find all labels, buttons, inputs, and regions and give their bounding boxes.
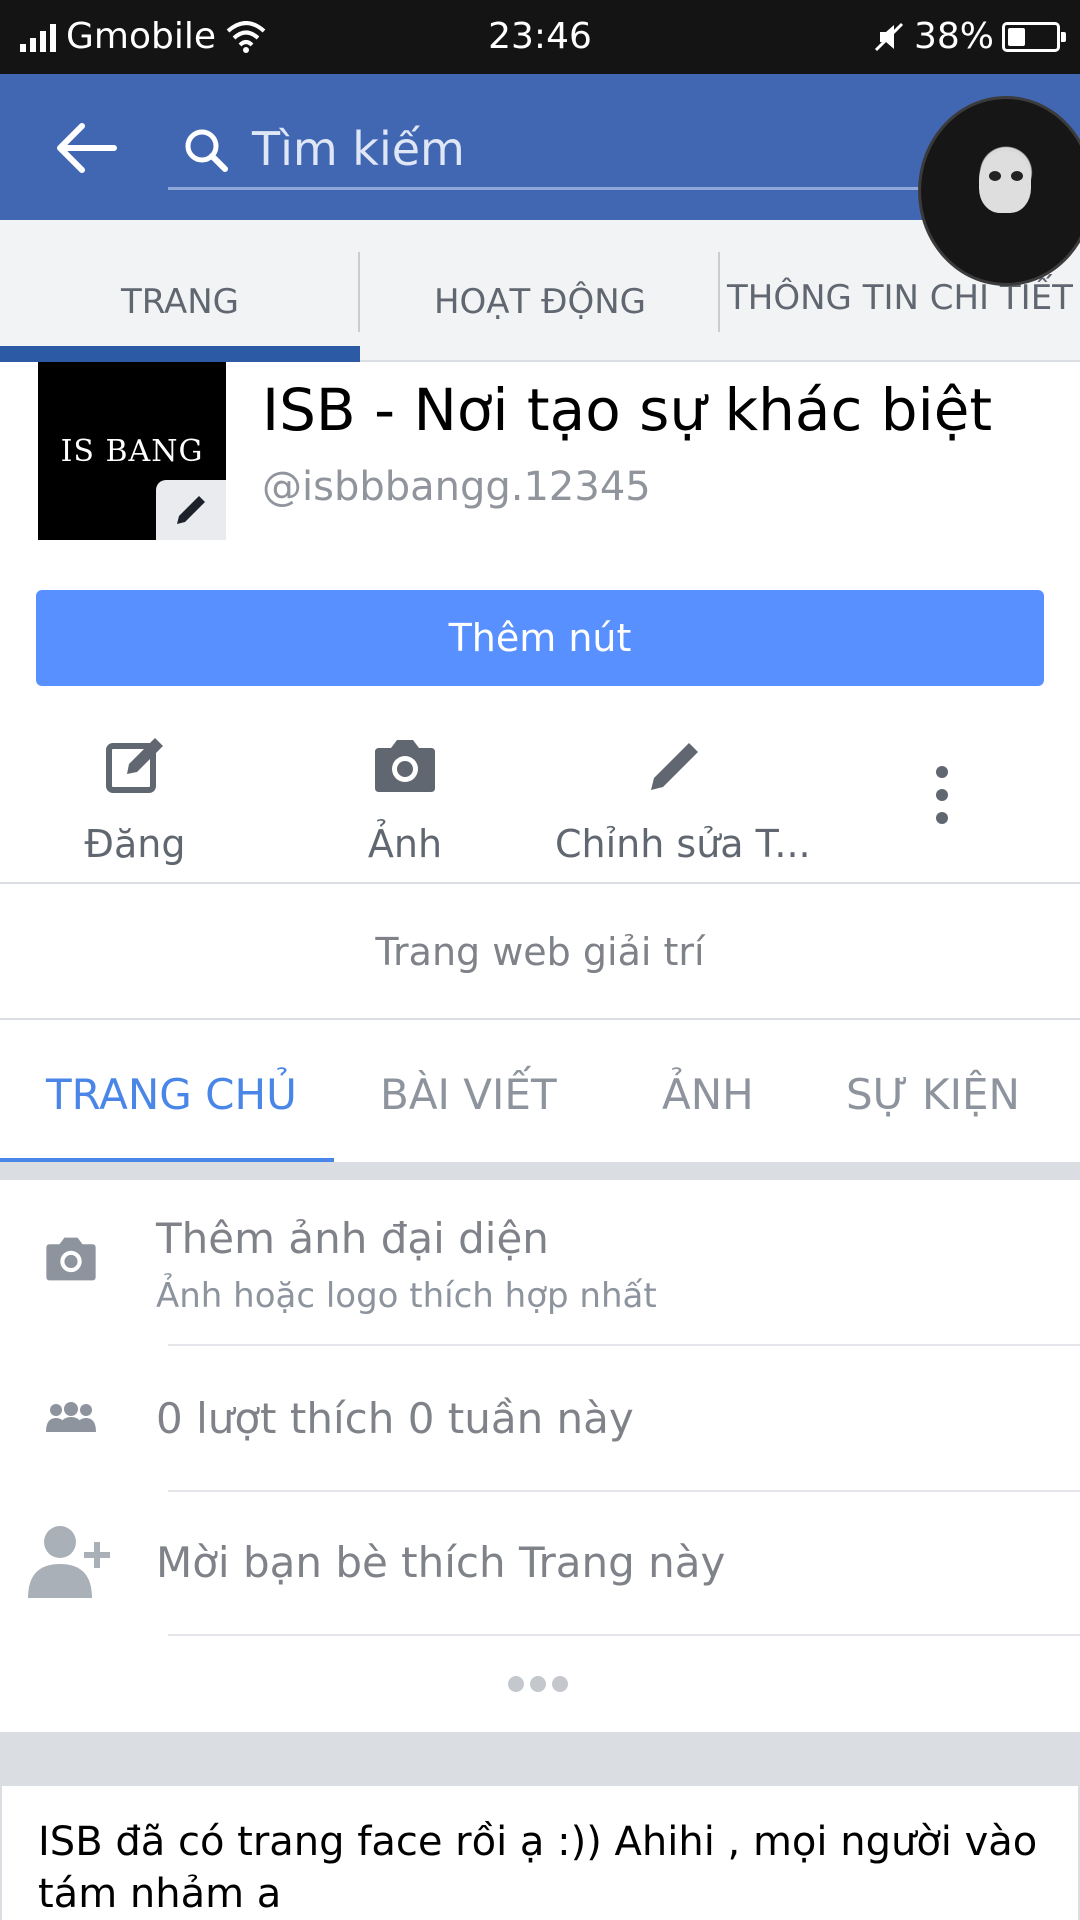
add-friend-icon [28,1526,110,1598]
people-icon [46,1402,96,1432]
tab-su-kien[interactable]: SỰ KIỆN [846,1070,1020,1119]
active-tab-indicator [0,346,360,362]
tab-trang-chu[interactable]: TRANG CHỦ [46,1070,297,1119]
tab-trang[interactable]: TRANG [0,220,360,362]
page-name: ISB - Nơi tạo sự khác biệt [262,376,993,444]
post-text: ISB đã có trang face rồi ạ :)) Ahihi , m… [38,1819,1038,1917]
camera-icon [375,740,435,792]
search-icon [185,129,228,172]
add-profile-photo-title[interactable]: Thêm ảnh đại diện [156,1214,549,1263]
edit-logo-button[interactable] [156,480,226,540]
search-placeholder: Tìm kiếm [252,122,465,176]
back-arrow-icon[interactable] [52,118,122,178]
post-action-label: Đăng [84,822,186,866]
photo-action[interactable]: Ảnh [340,726,470,866]
page-category: Trang web giải trí [375,930,705,974]
photo-action-label: Ảnh [367,822,443,866]
battery-icon [1002,21,1066,52]
tab-anh[interactable]: ẢNH [662,1070,754,1119]
battery-percent: 38% [913,16,994,57]
more-options-icon[interactable] [936,766,950,835]
page-top-tabs: TRANG HOẠT ĐỘNG THÔNG TIN CHI TIẾT [0,220,1080,362]
page-handle: @isbbbangg.12345 [262,464,651,510]
post-card: ISB đã có trang face rồi ạ :)) Ahihi , m… [0,1786,1080,1920]
battery-fill [1008,27,1025,46]
add-button[interactable]: Thêm nút [36,590,1044,686]
tab-bai-viet[interactable]: BÀI VIẾT [380,1070,557,1119]
post-action[interactable]: Đăng [70,726,200,866]
profile-avatar[interactable] [918,96,1080,286]
add-profile-photo-subtitle: Ảnh hoặc logo thích hợp nhất [156,1276,657,1316]
pencil-icon [177,496,205,524]
invite-friends[interactable]: Mời bạn bè thích Trang này [156,1538,725,1587]
more-icon[interactable] [508,1676,568,1692]
status-bar: Gmobile 23:46 38% [0,0,1080,74]
compose-icon [106,738,163,793]
tab-hoat-dong[interactable]: HOẠT ĐỘNG [360,220,720,362]
pencil-icon [651,743,698,790]
camera-icon [46,1237,96,1281]
edit-page-action-label: Chỉnh sửa T... [555,822,811,866]
mute-icon [874,22,904,51]
search-input[interactable]: Tìm kiếm [168,110,938,190]
weekly-likes: 0 lượt thích 0 tuần này [156,1394,634,1443]
edit-page-action[interactable]: Chỉnh sửa T... [555,726,811,866]
